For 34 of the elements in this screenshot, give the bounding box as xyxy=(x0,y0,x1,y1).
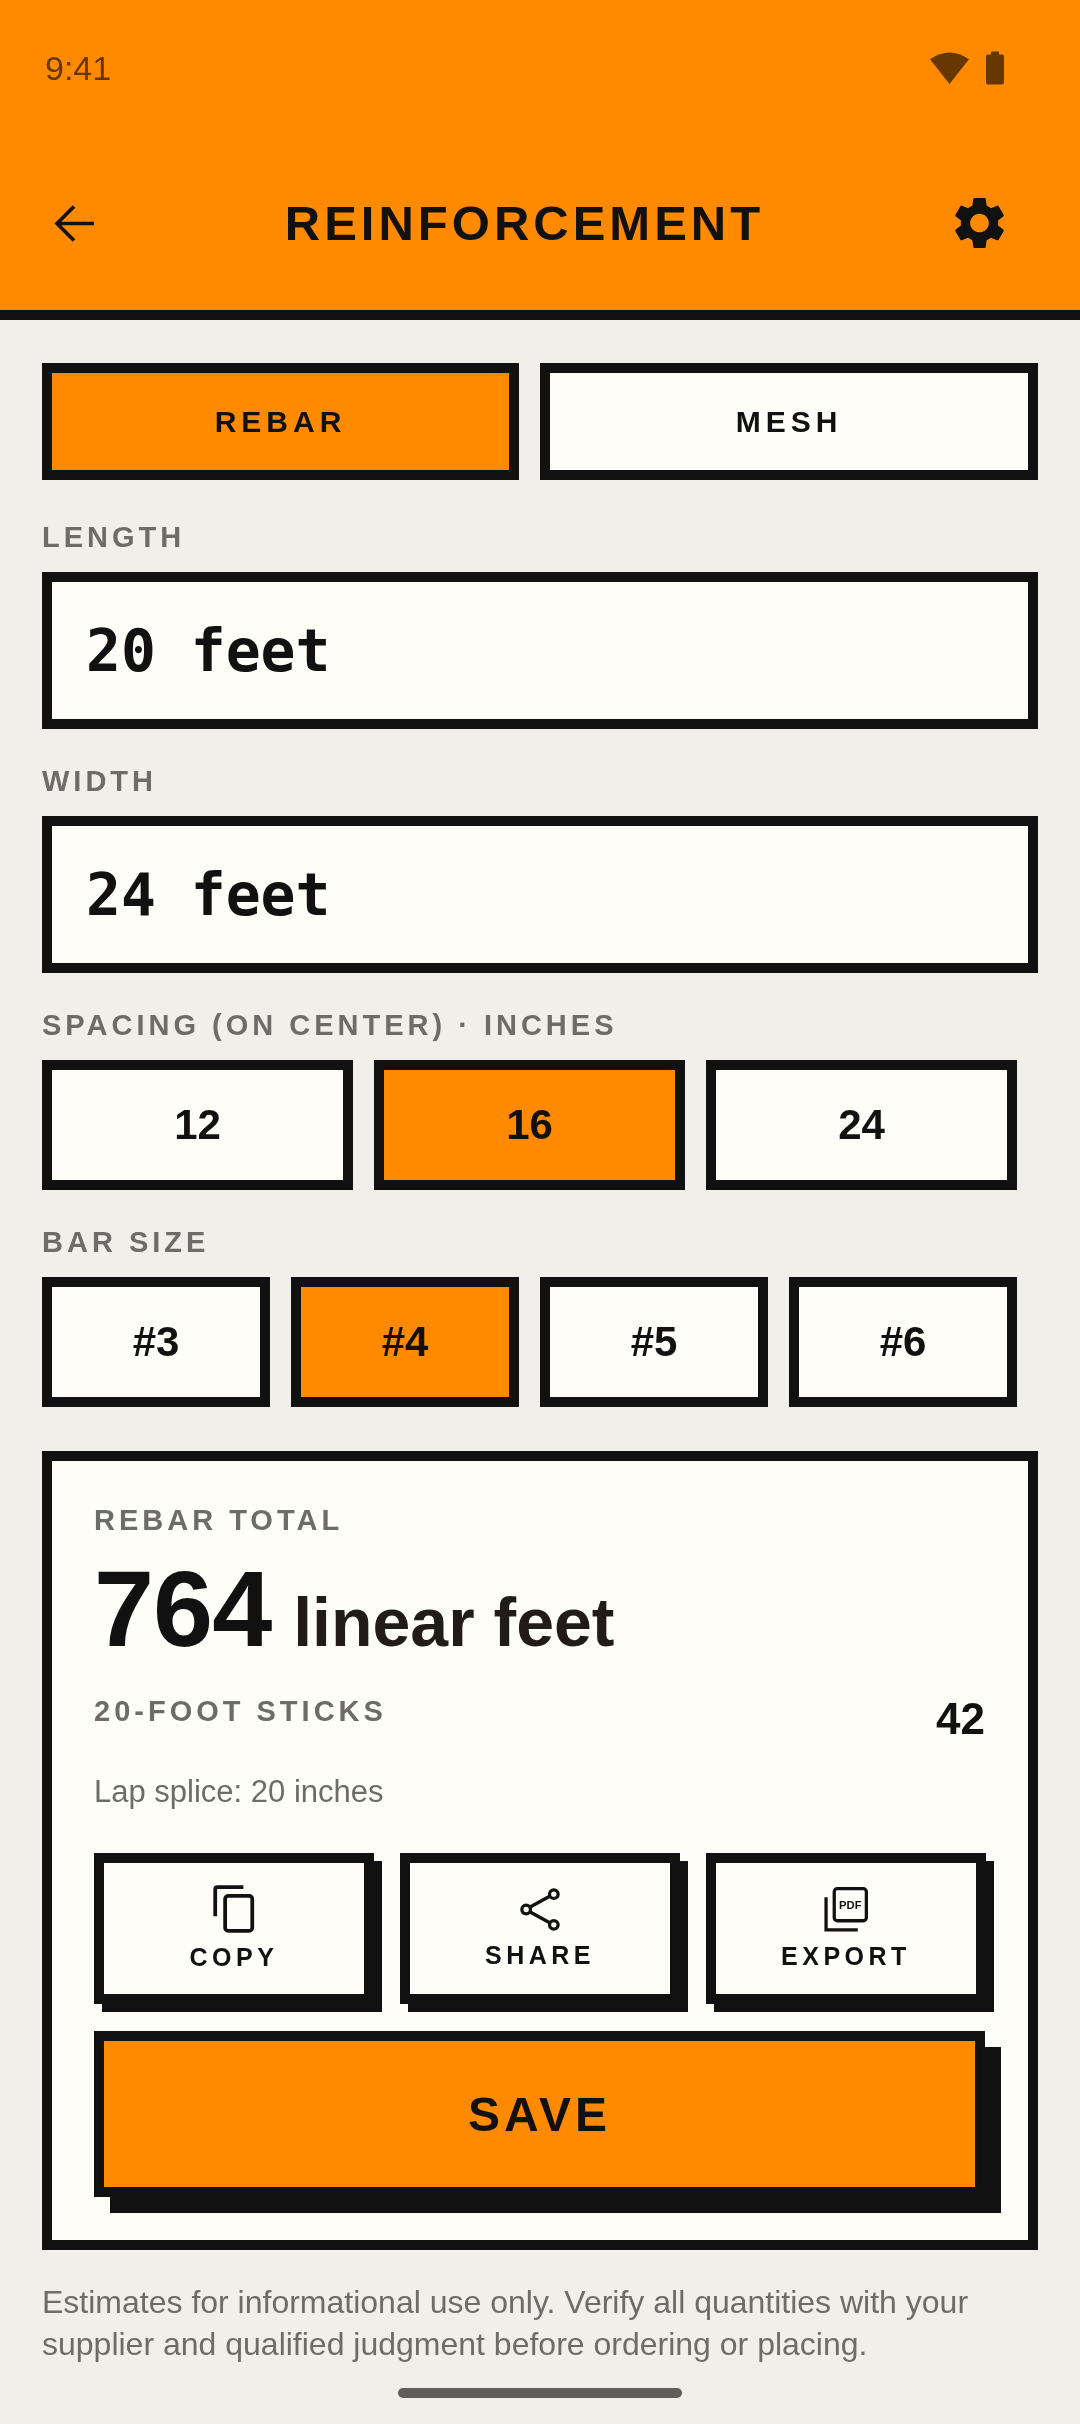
total-value: 764 xyxy=(94,1555,272,1663)
bar-size-option[interactable]: #6 xyxy=(789,1277,1017,1407)
field-label: LENGTH xyxy=(42,520,186,554)
lap-splice-note: Lap splice: 20 inches xyxy=(94,1773,384,1811)
mode-tab[interactable]: REBAR xyxy=(42,363,519,480)
back-arrow-icon[interactable] xyxy=(53,202,94,244)
disclaimer-text: Estimates for informational use only. Verify all quantities with your supplier and qualified judgment before ordering or placing. xyxy=(42,2283,970,2364)
bar-size-option[interactable]: #5 xyxy=(540,1277,768,1407)
settings-icon[interactable] xyxy=(955,197,1004,249)
screen-title: REINFORCEMENT xyxy=(283,195,766,251)
total-unit: linear feet xyxy=(293,1583,615,1662)
field-label: WIDTH xyxy=(42,764,158,798)
action-button[interactable]: SHARE xyxy=(400,1853,688,2012)
action-button[interactable]: PDF EXPORT xyxy=(706,1853,994,2012)
section-label: SPACING (ON CENTER) · INCHES xyxy=(42,1008,618,1042)
share-icon xyxy=(519,1887,561,1931)
mode-tab[interactable]: MESH xyxy=(540,363,1038,480)
sticks-value: 42 xyxy=(936,1694,985,1744)
action-button[interactable]: COPY xyxy=(94,1853,382,2012)
copy-icon xyxy=(213,1885,255,1933)
input-field[interactable]: 24 feet xyxy=(42,816,1038,973)
wifi-icon xyxy=(930,52,969,84)
section-label: BAR SIZE xyxy=(42,1225,210,1259)
spacing-option[interactable]: 24 xyxy=(706,1060,1017,1190)
input-field[interactable]: 20 feet xyxy=(42,572,1038,729)
sticks-label: 20-FOOT STICKS xyxy=(94,1694,387,1728)
bar-size-option[interactable]: #4 xyxy=(291,1277,519,1407)
bar-size-option[interactable]: #3 xyxy=(42,1277,270,1407)
spacing-option[interactable]: 12 xyxy=(42,1060,353,1190)
spacing-option[interactable]: 16 xyxy=(374,1060,685,1190)
save-button[interactable]: SAVE xyxy=(94,2031,1001,2213)
result-label: REBAR TOTAL xyxy=(94,1503,344,1537)
battery-icon xyxy=(985,51,1005,85)
status-time: 9:41 xyxy=(45,48,112,88)
